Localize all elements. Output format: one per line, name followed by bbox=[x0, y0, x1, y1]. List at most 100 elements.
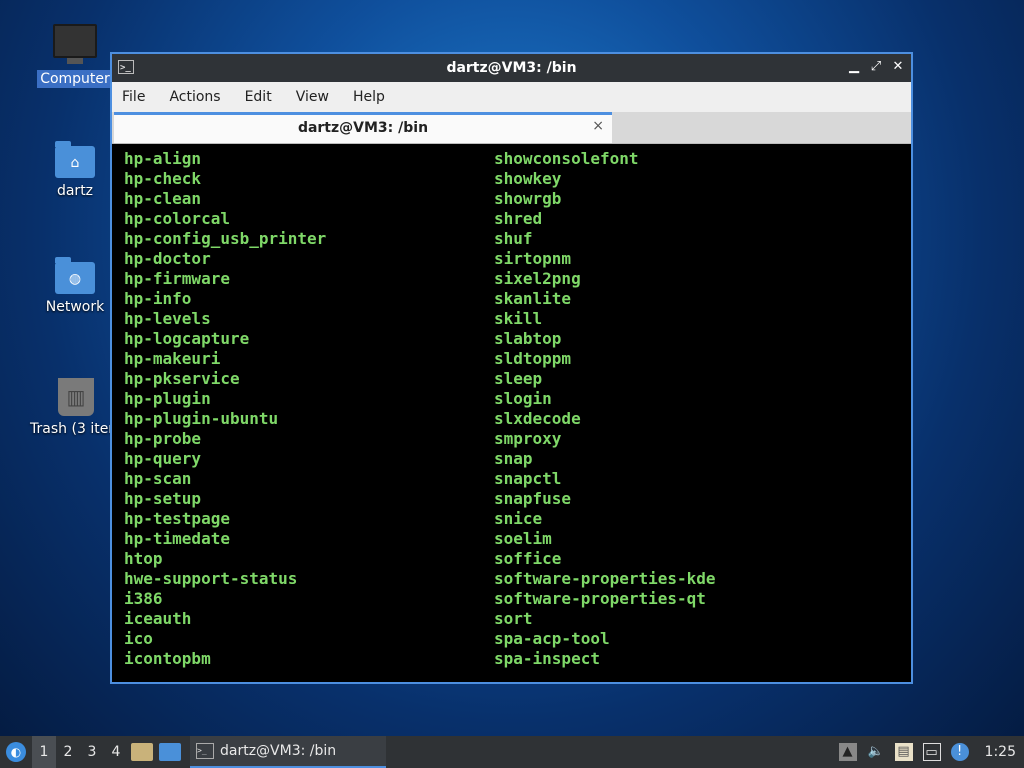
eject-icon[interactable]: ▲ bbox=[838, 743, 857, 761]
lubuntu-logo-icon: ◐ bbox=[6, 742, 26, 762]
menu-help[interactable]: Help bbox=[353, 89, 385, 105]
workspace-4[interactable]: 4 bbox=[104, 744, 128, 760]
minimize-button[interactable]: ▁ bbox=[847, 59, 861, 74]
output-line: sldtoppm bbox=[494, 349, 572, 368]
clipboard-icon[interactable]: ▤ bbox=[894, 743, 913, 761]
output-line: snapfuse bbox=[494, 489, 572, 508]
output-line: hp-scan bbox=[124, 469, 192, 488]
maximize-button[interactable]: ⤢ bbox=[869, 59, 883, 74]
output-line: spa-acp-tool bbox=[494, 629, 610, 648]
terminal-window[interactable]: >_ dartz@VM3: /bin ▁ ⤢ ✕ File Actions Ed… bbox=[110, 52, 913, 684]
output-line: smproxy bbox=[494, 429, 562, 448]
output-line: iceauth bbox=[124, 609, 192, 628]
output-line: showkey bbox=[494, 169, 562, 188]
output-line: snapctl bbox=[494, 469, 562, 488]
output-line: soffice bbox=[494, 549, 562, 568]
output-line: hp-makeuri bbox=[124, 349, 221, 368]
clock[interactable]: 1:25 bbox=[985, 744, 1016, 760]
output-column-2: showconsolefont showkey showrgb shred shuf si… bbox=[494, 149, 716, 669]
close-button[interactable]: ✕ bbox=[891, 59, 905, 74]
workspace-3[interactable]: 3 bbox=[80, 744, 104, 760]
output-line: slabtop bbox=[494, 329, 562, 348]
file-manager-icon[interactable] bbox=[131, 743, 153, 761]
output-line: skanlite bbox=[494, 289, 572, 308]
update-notifier-icon[interactable]: ! bbox=[950, 743, 969, 761]
output-line: shuf bbox=[494, 229, 533, 248]
window-title: dartz@VM3: /bin bbox=[446, 60, 577, 76]
desktop-icon-label: Computer bbox=[37, 70, 113, 88]
output-line: software-properties-qt bbox=[494, 589, 706, 608]
output-line: hp-setup bbox=[124, 489, 202, 508]
output-line: hp-config_usb_printer bbox=[124, 229, 327, 248]
output-line: sixel2png bbox=[494, 269, 581, 288]
start-menu-button[interactable]: ◐ bbox=[0, 736, 32, 768]
output-line: hp-plugin bbox=[124, 389, 211, 408]
trash-icon: ▥ bbox=[58, 378, 94, 416]
output-line: hp-info bbox=[124, 289, 192, 308]
output-line: slogin bbox=[494, 389, 552, 408]
task-button-label: dartz@VM3: /bin bbox=[220, 743, 337, 759]
output-line: hp-check bbox=[124, 169, 202, 188]
desktop-icon-label: dartz bbox=[56, 183, 94, 199]
output-line: hp-pkservice bbox=[124, 369, 240, 388]
output-line: hp-firmware bbox=[124, 269, 230, 288]
tab-bar: dartz@VM3: /bin × bbox=[112, 112, 911, 144]
output-line: hp-testpage bbox=[124, 509, 230, 528]
menu-view[interactable]: View bbox=[296, 89, 329, 105]
output-line: sirtopnm bbox=[494, 249, 572, 268]
home-folder-icon: ⌂ bbox=[55, 141, 95, 178]
output-line: i386 bbox=[124, 589, 163, 608]
output-line: soelim bbox=[494, 529, 552, 548]
output-line: hp-levels bbox=[124, 309, 211, 328]
output-line: showconsolefont bbox=[494, 149, 639, 168]
output-line: hp-timedate bbox=[124, 529, 230, 548]
menu-actions[interactable]: Actions bbox=[169, 89, 220, 105]
show-desktop-icon[interactable] bbox=[159, 743, 181, 761]
output-line: snap bbox=[494, 449, 533, 468]
output-line: ico bbox=[124, 629, 153, 648]
output-line: hp-clean bbox=[124, 189, 202, 208]
output-line: software-properties-kde bbox=[494, 569, 716, 588]
menu-bar: File Actions Edit View Help bbox=[112, 82, 911, 112]
output-line: sleep bbox=[494, 369, 543, 388]
output-line: skill bbox=[494, 309, 543, 328]
tab-terminal[interactable]: dartz@VM3: /bin × bbox=[114, 112, 612, 143]
workspace-1[interactable]: 1 bbox=[32, 736, 56, 768]
workspace-2[interactable]: 2 bbox=[56, 744, 80, 760]
output-line: hp-align bbox=[124, 149, 202, 168]
terminal-icon: >_ bbox=[196, 743, 214, 759]
network-icon[interactable]: ▭ bbox=[922, 743, 941, 761]
output-line: snice bbox=[494, 509, 543, 528]
output-line: slxdecode bbox=[494, 409, 581, 428]
computer-icon bbox=[53, 24, 97, 64]
output-line: hp-probe bbox=[124, 429, 202, 448]
output-line: shred bbox=[494, 209, 543, 228]
output-line: spa-inspect bbox=[494, 649, 600, 668]
task-button-terminal[interactable]: >_ dartz@VM3: /bin bbox=[190, 736, 386, 768]
volume-icon[interactable]: 🔈 bbox=[867, 743, 885, 761]
output-line: hp-query bbox=[124, 449, 202, 468]
output-line: hp-doctor bbox=[124, 249, 211, 268]
output-line: htop bbox=[124, 549, 163, 568]
output-line: showrgb bbox=[494, 189, 562, 208]
desktop-icon-computer[interactable]: Computer bbox=[27, 24, 123, 88]
terminal-output[interactable]: hp-align hp-check hp-clean hp-colorcal hp-co… bbox=[112, 145, 911, 682]
menu-file[interactable]: File bbox=[122, 89, 145, 105]
output-line: sort bbox=[494, 609, 533, 628]
output-line: hwe-support-status bbox=[124, 569, 298, 588]
output-line: hp-plugin-ubuntu bbox=[124, 409, 279, 428]
output-line: icontopbm bbox=[124, 649, 211, 668]
desktop-icon-home[interactable]: ⌂ dartz bbox=[27, 141, 123, 200]
tab-close-icon[interactable]: × bbox=[592, 118, 604, 134]
taskbar: ◐ 1 2 3 4 >_ dartz@VM3: /bin ▲ 🔈 ▤ ▭ ! 1… bbox=[0, 736, 1024, 768]
desktop-icon-network[interactable]: ◍ Network bbox=[27, 257, 123, 316]
desktop-icon-label: Network bbox=[45, 299, 105, 315]
network-folder-icon: ◍ bbox=[55, 257, 95, 294]
menu-edit[interactable]: Edit bbox=[245, 89, 272, 105]
tab-label: dartz@VM3: /bin bbox=[297, 120, 429, 136]
output-line: hp-colorcal bbox=[124, 209, 230, 228]
window-titlebar[interactable]: >_ dartz@VM3: /bin ▁ ⤢ ✕ bbox=[112, 54, 911, 82]
system-tray: ▲ 🔈 ▤ ▭ ! 1:25 bbox=[838, 743, 1024, 761]
output-column-1: hp-align hp-check hp-clean hp-colorcal hp-co… bbox=[124, 149, 326, 669]
output-line: hp-logcapture bbox=[124, 329, 250, 348]
